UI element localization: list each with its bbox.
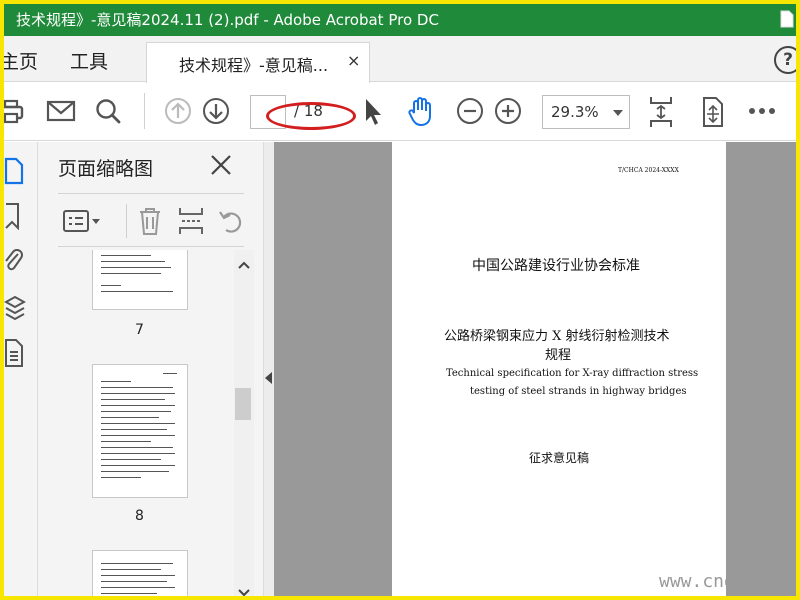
close-icon[interactable] [210,154,232,176]
page-thumbnails-icon[interactable] [4,156,26,186]
toolbar: / 18 29.3% [4,83,796,141]
document-view[interactable]: T/CHCA 2024-XXXX 中国公路建设行业协会标准 公路桥梁钢束应力 X… [274,142,796,596]
left-navigation-rail [4,142,38,596]
red-highlight-annotation [266,102,356,130]
select-cursor-icon[interactable] [362,97,384,127]
scrolling-mode-icon[interactable] [700,96,726,128]
title-bar: 技术规程》-意见稿2024.11 (2).pdf - Adobe Acrobat… [4,4,796,36]
next-page-icon[interactable] [202,97,230,125]
panel-title: 页面缩略图 [58,158,154,180]
collapse-panel-handle[interactable] [264,142,274,596]
scroll-down-icon[interactable] [237,588,251,596]
watermark: www.cnd [659,571,735,592]
page-thumbnails-panel: 页面缩略图 7 8 [38,142,264,596]
scrollbar-thumb[interactable] [235,388,251,420]
draft-status: 征求意见稿 [529,451,590,465]
content-icon[interactable] [4,338,24,368]
document-title-cn: 公路桥梁钢束应力 X 射线衍射检测技术 [444,329,670,344]
fit-page-icon[interactable] [648,95,674,129]
thumbnail-options-icon[interactable] [62,208,102,234]
thumbnail-list: 7 8 [38,250,234,596]
document-title-en-cont: testing of steel strands in highway brid… [470,386,687,397]
document-page: T/CHCA 2024-XXXX 中国公路建设行业协会标准 公路桥梁钢束应力 X… [392,142,726,596]
previous-page-icon[interactable] [164,97,192,125]
zoom-value: 29.3% [551,103,599,121]
bookmarks-icon[interactable] [4,202,24,230]
page-thumbnail-9[interactable] [92,550,188,596]
acrobat-window: 技术规程》-意见稿2024.11 (2).pdf - Adobe Acrobat… [4,4,796,596]
layers-icon[interactable] [4,294,26,322]
page-thumbnail-7[interactable] [92,250,188,310]
tab-bar: 主页 工具 技术规程》-意见稿... × ? [4,36,796,83]
scroll-up-icon[interactable] [237,260,251,270]
search-icon[interactable] [94,97,122,125]
thumbnail-page-number: 7 [135,322,144,338]
tab-tools[interactable]: 工具 [70,47,108,74]
zoom-select[interactable]: 29.3% [542,95,630,129]
document-title-cn-cont: 规程 [545,348,572,363]
panel-divider [58,193,244,194]
email-icon[interactable] [46,97,76,125]
attachments-icon[interactable] [4,246,24,276]
organization-title: 中国公路建设行业协会标准 [472,258,640,274]
zoom-out-icon[interactable] [456,97,484,125]
tab-home[interactable]: 主页 [4,47,38,74]
hand-tool-icon[interactable] [406,95,436,127]
delete-page-icon[interactable] [138,206,162,236]
thumbnail-scrollbar[interactable] [234,250,254,596]
panel-toolbar-separator [126,204,127,238]
document-title-en: Technical specification for X-ray diffra… [446,368,699,379]
tab-document-label: 技术规程》-意见稿... [179,56,329,75]
document-icon [780,10,794,28]
panel-divider [58,246,244,247]
insert-page-icon[interactable] [178,206,204,236]
chevron-left-icon [265,372,272,384]
close-tab-icon[interactable]: × [347,51,360,70]
thumbnail-page-number: 8 [135,508,144,524]
more-options-icon[interactable] [748,107,776,115]
standard-code: T/CHCA 2024-XXXX [618,167,679,174]
toolbar-separator [144,93,145,129]
rotate-page-icon[interactable] [218,206,244,236]
chevron-down-icon [613,110,623,116]
tab-document[interactable]: 技术规程》-意见稿... × [146,42,370,83]
zoom-in-icon[interactable] [494,97,522,125]
help-button[interactable]: ? [774,46,796,74]
page-thumbnail-8[interactable] [92,364,188,498]
window-title: 技术规程》-意见稿2024.11 (2).pdf - Adobe Acrobat… [16,11,439,29]
print-icon[interactable] [4,97,26,125]
